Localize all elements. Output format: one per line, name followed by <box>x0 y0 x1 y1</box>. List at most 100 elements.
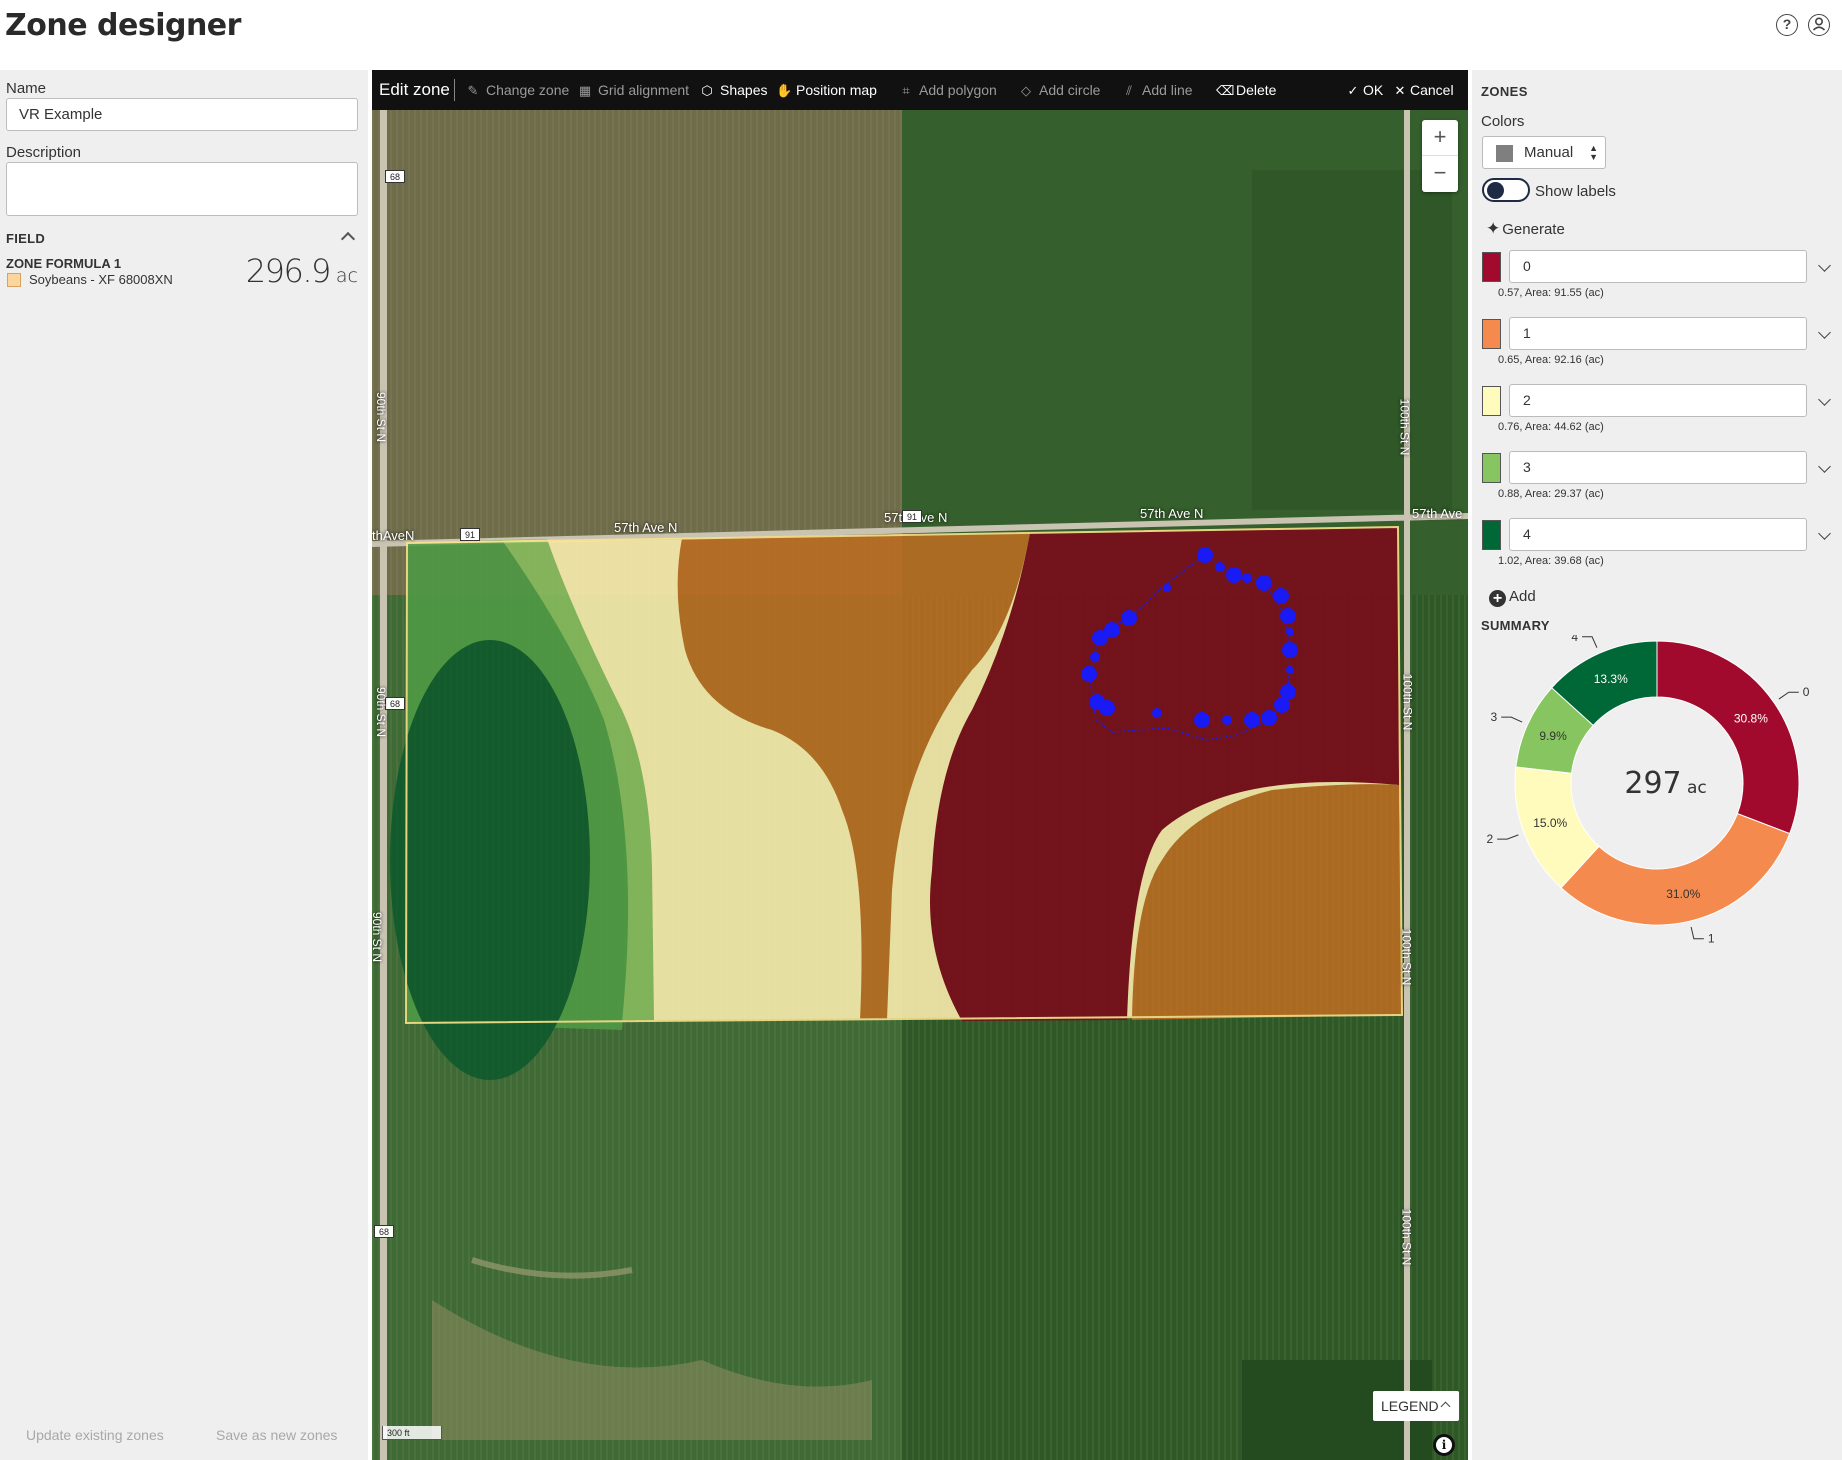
save-as-new-zones-button[interactable]: Save as new zones <box>216 1427 337 1443</box>
polygon-icon: ⌗ <box>902 83 910 98</box>
add-circle-button[interactable]: ◇ Add circle <box>1019 70 1100 110</box>
hand-icon: ✋ <box>776 83 793 98</box>
add-zone-button[interactable]: + Add <box>1489 588 1536 607</box>
chevron-up-icon <box>1440 1401 1451 1412</box>
road-label: thAveN <box>372 528 415 543</box>
donut-leader-line <box>1497 834 1519 840</box>
road-label: 90th St N <box>374 686 389 738</box>
add-polygon-button[interactable]: ⌗ Add polygon <box>899 70 997 110</box>
cancel-button[interactable]: ✕ Cancel <box>1393 70 1454 110</box>
donut-center-unit: ac <box>1687 778 1707 798</box>
zone-color-swatch[interactable] <box>1482 252 1501 282</box>
zone-name-input[interactable]: 0 <box>1509 250 1807 283</box>
zone-detail: 0.57, Area: 91.55 (ac) <box>1498 287 1604 299</box>
toolbar-title: Edit zone <box>379 80 450 99</box>
zoom-control: + − <box>1422 120 1458 192</box>
zone-name-input[interactable]: 4 <box>1509 518 1807 551</box>
chevron-down-icon[interactable] <box>1818 393 1831 406</box>
chevron-down-icon[interactable] <box>1818 527 1831 540</box>
page-title: Zone designer <box>5 8 241 43</box>
user-account-icon[interactable] <box>1808 14 1830 36</box>
zone-formula-name: ZONE FORMULA 1 <box>6 256 122 271</box>
shapes-icon: ⬡ <box>701 83 713 98</box>
legend-button[interactable]: LEGEND <box>1373 1391 1459 1421</box>
colors-value: Manual <box>1524 144 1574 161</box>
road-label: 90th St N <box>372 911 385 962</box>
donut-category-label: 4 <box>1571 635 1578 644</box>
crop-name: Soybeans - XF 68008XN <box>29 272 173 287</box>
road-label: 100th St N <box>1399 1208 1414 1266</box>
zone-row: 1 0.65, Area: 92.16 (ac) <box>1482 317 1834 369</box>
description-label: Description <box>6 144 82 161</box>
donut-category-label: 3 <box>1490 710 1497 724</box>
shapes-button[interactable]: ⬡ Shapes <box>700 70 767 110</box>
zone-name-input[interactable]: 2 <box>1509 384 1807 417</box>
donut-category-label: 1 <box>1708 932 1715 946</box>
name-label: Name <box>6 80 47 97</box>
sparkle-icon: ✦ <box>1486 219 1501 238</box>
chevron-down-icon[interactable] <box>1818 259 1831 272</box>
show-labels-label: Show labels <box>1535 183 1616 200</box>
donut-leader-line <box>1778 691 1799 700</box>
help-circle-icon[interactable]: ? <box>1776 14 1798 36</box>
zone-row: 2 0.76, Area: 44.62 (ac) <box>1482 384 1834 436</box>
zone-detail: 0.88, Area: 29.37 (ac) <box>1498 488 1604 500</box>
position-map-button[interactable]: ✋ Position map <box>776 70 877 110</box>
road-label: 100th St N <box>1400 673 1415 731</box>
route-shield: 91 <box>902 510 922 523</box>
donut-leader-line <box>1690 926 1704 940</box>
road-label: 100th St N <box>1399 928 1414 986</box>
collapse-chevron-icon[interactable] <box>340 231 356 247</box>
grid-alignment-button[interactable]: ▦ Grid alignment <box>578 70 689 110</box>
zone-color-swatch[interactable] <box>1482 520 1501 550</box>
chevron-down-icon[interactable] <box>1818 460 1831 473</box>
app-header: Zone designer ? <box>0 0 1842 70</box>
map-canvas[interactable]: thAveN 57th Ave N 57th Ave N 57th Ave N … <box>372 70 1468 1460</box>
chevron-down-icon[interactable] <box>1818 326 1831 339</box>
zone-detail: 0.65, Area: 92.16 (ac) <box>1498 354 1604 366</box>
name-input[interactable]: VR Example <box>6 98 358 131</box>
description-textarea[interactable] <box>6 162 358 216</box>
brush-icon: ✎ <box>467 83 479 98</box>
show-labels-toggle[interactable] <box>1482 178 1530 202</box>
change-zone-button[interactable]: ✎ Change zone <box>466 70 570 110</box>
donut-slice-0[interactable] <box>1656 640 1800 835</box>
satellite-imagery <box>372 110 1468 1460</box>
donut-center-value: 297 <box>1624 766 1681 801</box>
zone-name-input[interactable]: 3 <box>1509 451 1807 484</box>
zone-color-swatch[interactable] <box>1482 453 1501 483</box>
zone-detail: 0.76, Area: 44.62 (ac) <box>1498 421 1604 433</box>
zone-summary-donut-chart: 30.8% 0 31.0% 1 15.0% 2 9.9% 3 13.3% 4 297 ac <box>1486 635 1809 946</box>
zones-title: ZONES <box>1481 84 1528 99</box>
delete-button[interactable]: ⌫ Delete <box>1216 70 1276 110</box>
field-area-unit: ac <box>335 265 358 287</box>
donut-percent-label: 13.3% <box>1594 672 1628 686</box>
donut-category-label: 2 <box>1486 832 1493 846</box>
field-section-header: FIELD <box>6 231 46 246</box>
ok-button[interactable]: ✓ OK <box>1346 70 1384 110</box>
info-icon[interactable]: i <box>1433 1434 1455 1456</box>
scale-bar: 300 ft <box>382 1426 442 1440</box>
zone-detail: 1.02, Area: 39.68 (ac) <box>1498 555 1604 567</box>
zone-name-input[interactable]: 1 <box>1509 317 1807 350</box>
donut-slice-1[interactable] <box>1560 813 1791 926</box>
update-existing-zones-button[interactable]: Update existing zones <box>26 1427 164 1443</box>
zone-polygons <box>390 525 1404 1080</box>
zone-color-swatch[interactable] <box>1482 386 1501 416</box>
donut-percent-label: 30.8% <box>1734 711 1768 725</box>
generate-button[interactable]: ✦ Generate <box>1486 219 1565 239</box>
toggle-knob <box>1487 182 1504 199</box>
zone-color-swatch[interactable] <box>1482 319 1501 349</box>
zoom-out-button[interactable]: − <box>1422 156 1458 192</box>
road-label: 57th Ave <box>1412 506 1463 521</box>
zone-row: 4 1.02, Area: 39.68 (ac) <box>1482 518 1834 570</box>
crop-color-swatch <box>7 273 21 287</box>
zone-row: 3 0.88, Area: 29.37 (ac) <box>1482 451 1834 503</box>
donut-percent-label: 15.0% <box>1533 816 1567 830</box>
colors-select[interactable]: Manual ▲ ▼ <box>1482 136 1606 169</box>
zones-panel: ZONES Colors Manual ▲ ▼ Show labels ✦ Gene… <box>1472 70 1842 1460</box>
add-line-button[interactable]: ⫽ Add line <box>1122 70 1193 110</box>
zoom-in-button[interactable]: + <box>1422 120 1458 156</box>
donut-percent-label: 9.9% <box>1539 729 1567 743</box>
zone-row: 0 0.57, Area: 91.55 (ac) <box>1482 250 1834 302</box>
